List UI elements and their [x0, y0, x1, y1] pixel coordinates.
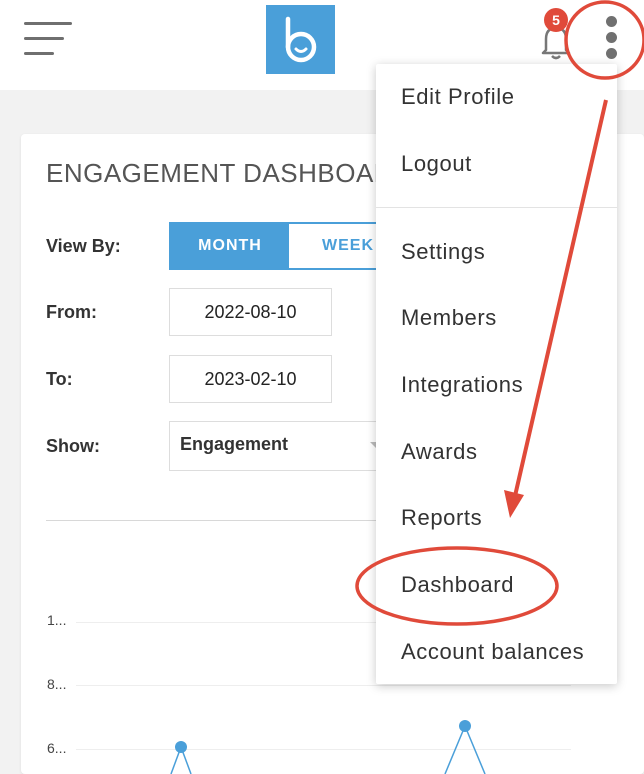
- menu-item-account-balances[interactable]: Account balances: [401, 639, 584, 665]
- menu-item-awards[interactable]: Awards: [401, 439, 478, 465]
- hamburger-icon[interactable]: [24, 22, 72, 56]
- menu-item-members[interactable]: Members: [401, 305, 497, 331]
- menu-item-settings[interactable]: Settings: [401, 239, 485, 265]
- overflow-menu: Edit Profile Logout Settings Members Int…: [376, 64, 617, 684]
- menu-item-dashboard[interactable]: Dashboard: [401, 572, 514, 598]
- chart-point[interactable]: [175, 741, 187, 753]
- menu-item-reports[interactable]: Reports: [401, 505, 482, 531]
- notification-badge[interactable]: 5: [544, 8, 568, 32]
- kebab-menu-icon[interactable]: [600, 16, 624, 60]
- chart-point[interactable]: [459, 720, 471, 732]
- menu-divider: [376, 207, 617, 208]
- menu-item-logout[interactable]: Logout: [401, 151, 472, 177]
- menu-item-integrations[interactable]: Integrations: [401, 372, 523, 398]
- menu-item-edit-profile[interactable]: Edit Profile: [401, 84, 515, 110]
- logo-icon[interactable]: [266, 5, 335, 74]
